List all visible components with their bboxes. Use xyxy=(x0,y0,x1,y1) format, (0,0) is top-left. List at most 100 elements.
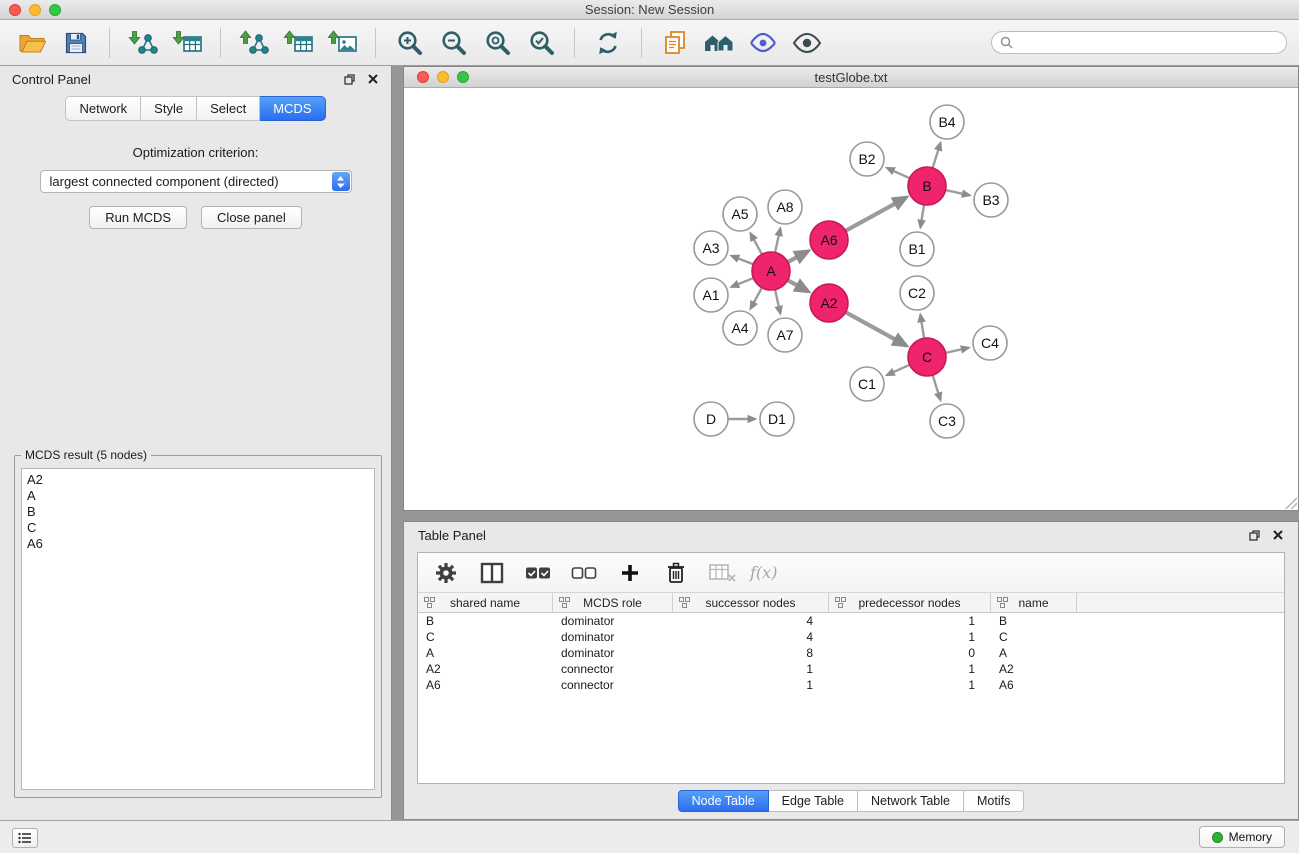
graph-edge-A-A4[interactable] xyxy=(751,288,762,309)
graph-node-A5[interactable]: A5 xyxy=(723,197,757,231)
run-mcds-button[interactable]: Run MCDS xyxy=(89,206,187,229)
graph-edge-B-B4[interactable] xyxy=(933,143,941,168)
table-cell[interactable]: 1 xyxy=(673,678,829,692)
table-cell[interactable]: C xyxy=(991,630,1077,644)
tab-motifs[interactable]: Motifs xyxy=(964,790,1024,812)
toggle-visibility-button[interactable] xyxy=(787,24,827,62)
graph-node-A7[interactable]: A7 xyxy=(768,318,802,352)
graph-node-D[interactable]: D xyxy=(694,402,728,436)
mcds-result-item[interactable]: B xyxy=(27,504,369,520)
table-row[interactable]: Cdominator41C xyxy=(418,629,1284,645)
graph-node-A1[interactable]: A1 xyxy=(694,278,728,312)
function-builder-button[interactable]: f(x) xyxy=(750,556,777,590)
table-cell[interactable]: 8 xyxy=(673,646,829,660)
minimize-window-button[interactable] xyxy=(29,4,41,16)
graph-node-A6[interactable]: A6 xyxy=(810,221,848,259)
close-panel-button[interactable]: Close panel xyxy=(201,206,302,229)
graph-node-B[interactable]: B xyxy=(908,167,946,205)
network-zoom-button[interactable] xyxy=(457,71,469,83)
tab-network[interactable]: Network xyxy=(65,96,141,121)
graph-edge-A-A3[interactable] xyxy=(732,256,754,264)
graph-node-C2[interactable]: C2 xyxy=(900,276,934,310)
search-input[interactable] xyxy=(1018,36,1278,50)
table-cell[interactable]: 1 xyxy=(829,614,991,628)
table-cell[interactable]: dominator xyxy=(553,614,673,628)
graph-node-C[interactable]: C xyxy=(908,338,946,376)
graph-node-B4[interactable]: B4 xyxy=(930,105,964,139)
table-cell[interactable]: 4 xyxy=(673,614,829,628)
close-panel-icon[interactable] xyxy=(366,73,379,86)
table-cell[interactable]: 1 xyxy=(829,662,991,676)
show-columns-button[interactable] xyxy=(474,556,510,590)
network-canvas[interactable]: AA1A2A3A4A5A6A7A8BB1B2B3B4CC1C2C3C4DD1 xyxy=(404,88,1298,510)
zoom-out-button[interactable] xyxy=(433,24,473,62)
tab-network-table[interactable]: Network Table xyxy=(858,790,964,812)
memory-button[interactable]: Memory xyxy=(1199,826,1285,848)
graph-node-C3[interactable]: C3 xyxy=(930,404,964,438)
reset-view-button[interactable] xyxy=(699,24,739,62)
graph-edge-A2-C[interactable] xyxy=(846,312,906,345)
graph-edge-A-A5[interactable] xyxy=(751,233,762,254)
graph-node-A2[interactable]: A2 xyxy=(810,284,848,322)
graph-node-A3[interactable]: A3 xyxy=(694,231,728,265)
graph-node-A8[interactable]: A8 xyxy=(768,190,802,224)
tab-style[interactable]: Style xyxy=(141,96,197,121)
network-window-titlebar[interactable]: testGlobe.txt xyxy=(404,67,1298,88)
network-close-button[interactable] xyxy=(417,71,429,83)
graph-edge-A-A8[interactable] xyxy=(775,228,780,252)
export-table-button[interactable] xyxy=(278,24,318,62)
table-cell[interactable]: A2 xyxy=(418,662,553,676)
table-row[interactable]: Bdominator41B xyxy=(418,613,1284,629)
zoom-in-button[interactable] xyxy=(389,24,429,62)
network-minimize-button[interactable] xyxy=(437,71,449,83)
mcds-result-item[interactable]: A xyxy=(27,488,369,504)
table-cell[interactable]: A6 xyxy=(418,678,553,692)
deselect-all-button[interactable] xyxy=(566,556,602,590)
column-header-predecessor-nodes[interactable]: predecessor nodes xyxy=(829,593,991,612)
graph-edge-A-A1[interactable] xyxy=(731,278,753,287)
mcds-result-item[interactable]: A6 xyxy=(27,536,369,552)
zoom-window-button[interactable] xyxy=(49,4,61,16)
graph-edge-C-C3[interactable] xyxy=(933,375,941,400)
table-cell[interactable]: A2 xyxy=(991,662,1077,676)
import-network-button[interactable] xyxy=(123,24,163,62)
table-cell[interactable]: B xyxy=(418,614,553,628)
tab-select[interactable]: Select xyxy=(197,96,260,121)
tab-mcds[interactable]: MCDS xyxy=(260,96,325,121)
table-cell[interactable]: 1 xyxy=(673,662,829,676)
table-row[interactable]: A6connector11A6 xyxy=(418,677,1284,693)
table-cell[interactable]: 4 xyxy=(673,630,829,644)
open-session-button[interactable] xyxy=(12,24,52,62)
save-session-button[interactable] xyxy=(56,24,96,62)
graph-node-B2[interactable]: B2 xyxy=(850,142,884,176)
import-table-button[interactable] xyxy=(167,24,207,62)
search-field[interactable] xyxy=(991,31,1287,54)
table-cell[interactable]: connector xyxy=(553,662,673,676)
table-cell[interactable]: A xyxy=(991,646,1077,660)
mcds-result-list[interactable]: A2ABCA6 xyxy=(21,468,375,790)
table-cell[interactable]: dominator xyxy=(553,630,673,644)
close-window-button[interactable] xyxy=(9,4,21,16)
export-image-button[interactable] xyxy=(322,24,362,62)
table-cell[interactable]: A xyxy=(418,646,553,660)
graph-node-B3[interactable]: B3 xyxy=(974,183,1008,217)
graph-edge-C-C1[interactable] xyxy=(887,365,910,375)
graph-edge-A6-B[interactable] xyxy=(846,198,906,231)
graph-edge-C-C4[interactable] xyxy=(946,348,969,353)
tab-node-table[interactable]: Node Table xyxy=(678,790,769,812)
table-cell[interactable]: 0 xyxy=(829,646,991,660)
export-network-button[interactable] xyxy=(234,24,274,62)
graph-edge-A-A6[interactable] xyxy=(788,251,808,262)
float-table-panel-icon[interactable] xyxy=(1248,529,1261,542)
table-cell[interactable]: connector xyxy=(553,678,673,692)
table-row[interactable]: Adominator80A xyxy=(418,645,1284,661)
delete-column-button[interactable] xyxy=(658,556,694,590)
graph-edge-A-A2[interactable] xyxy=(788,280,808,291)
column-header-successor-nodes[interactable]: successor nodes xyxy=(673,593,829,612)
table-cell[interactable]: B xyxy=(991,614,1077,628)
graph-node-C1[interactable]: C1 xyxy=(850,367,884,401)
apply-layout-button[interactable] xyxy=(588,24,628,62)
delete-table-button[interactable] xyxy=(704,556,740,590)
select-all-button[interactable] xyxy=(520,556,556,590)
graph-edge-B-B1[interactable] xyxy=(920,205,924,228)
